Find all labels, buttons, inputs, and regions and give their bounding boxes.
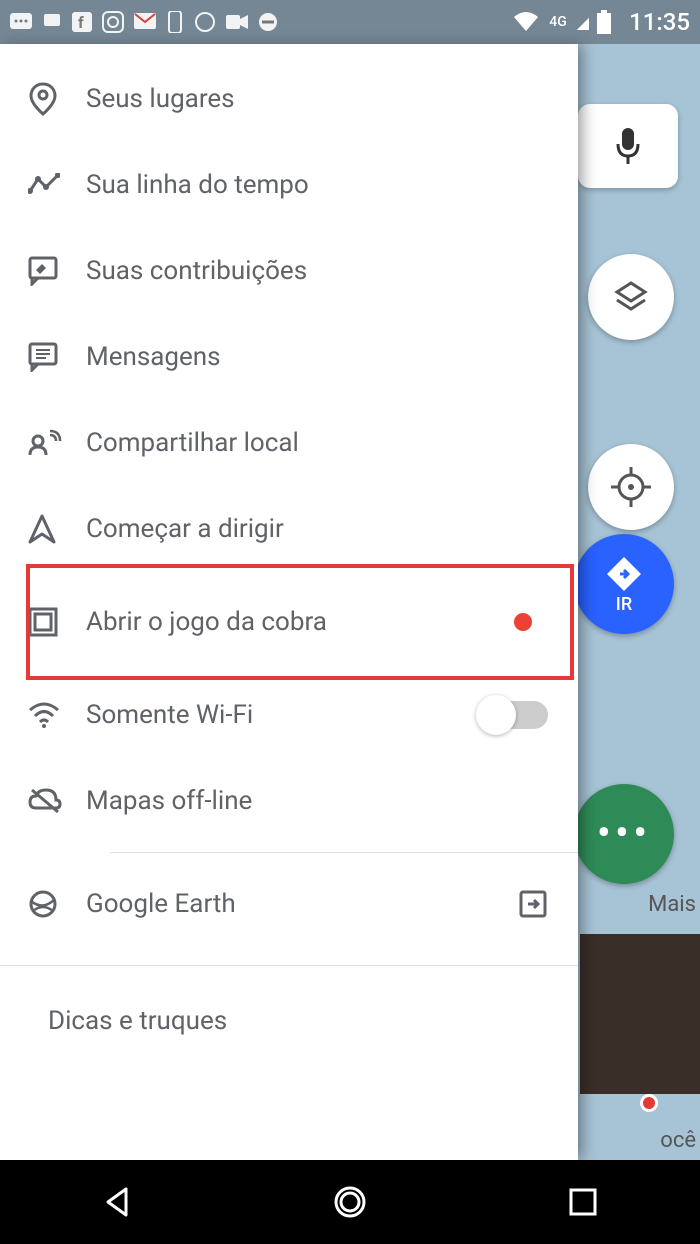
- navigation-drawer: Seus lugares Sua linha do tempo Suas con…: [0, 44, 578, 1160]
- globe-icon: [28, 889, 86, 919]
- nav-label: Suas contribuições: [86, 256, 307, 286]
- wifi-icon: [513, 11, 539, 33]
- instagram-icon: [102, 11, 124, 33]
- home-button[interactable]: [327, 1179, 373, 1225]
- go-label: IR: [616, 594, 632, 615]
- battery-icon: [597, 10, 613, 34]
- layers-button[interactable]: [588, 254, 674, 340]
- recents-icon: [568, 1187, 598, 1217]
- chip-voce: ocê: [660, 1128, 696, 1153]
- external-link-icon: [518, 889, 548, 919]
- nav-item-your-places[interactable]: Seus lugares: [0, 56, 578, 142]
- nav-label: Compartilhar local: [86, 428, 299, 458]
- gmail-icon: [134, 13, 156, 31]
- pin-icon: [28, 82, 86, 116]
- android-navbar: [0, 1160, 700, 1244]
- wifi-icon: [28, 702, 86, 728]
- nav-label: Somente Wi-Fi: [86, 700, 253, 730]
- nav-item-snake-game[interactable]: Abrir o jogo da cobra: [0, 572, 578, 672]
- clock: 11:35: [629, 8, 690, 36]
- nav-label: Sua linha do tempo: [86, 170, 309, 200]
- nav-label: Começar a dirigir: [86, 514, 284, 544]
- nav-item-offline-maps[interactable]: Mapas off-line: [0, 758, 578, 844]
- dnd-icon: [258, 12, 278, 32]
- back-icon: [100, 1185, 134, 1219]
- screen: f 4G ◢ 11:35 IR: [0, 0, 700, 1244]
- svg-text:f: f: [78, 13, 84, 32]
- nav-item-share-location[interactable]: Compartilhar local: [0, 400, 578, 486]
- chat-icon: [42, 12, 62, 32]
- nav-label: Abrir o jogo da cobra: [86, 607, 327, 637]
- messages-icon: [28, 342, 86, 372]
- share-location-icon: [28, 429, 86, 457]
- layers-icon: [611, 277, 651, 317]
- nav-item-start-driving[interactable]: Começar a dirigir: [0, 486, 578, 572]
- nav-label: Google Earth: [86, 889, 236, 919]
- nav-item-google-earth[interactable]: Google Earth: [0, 861, 578, 947]
- microphone-icon: [614, 126, 642, 166]
- nav-item-wifi-only[interactable]: Somente Wi-Fi: [0, 672, 578, 758]
- locate-button[interactable]: [588, 444, 674, 530]
- navigation-arrow-icon: [28, 514, 86, 544]
- signal-icon: ◢: [577, 13, 587, 32]
- nav-item-contributions[interactable]: Suas contribuições: [0, 228, 578, 314]
- nav-label: Seus lugares: [86, 84, 235, 114]
- facebook-icon: f: [72, 12, 92, 32]
- network-label: 4G: [549, 14, 567, 30]
- directions-icon: [604, 554, 644, 594]
- sms-icon: [10, 13, 32, 31]
- home-icon: [330, 1182, 370, 1222]
- status-bar: f 4G ◢ 11:35: [0, 0, 700, 44]
- status-system: 4G ◢ 11:35: [513, 8, 690, 36]
- phone-icon: [166, 11, 184, 33]
- whatsapp-icon: [194, 11, 216, 33]
- nav-item-timeline[interactable]: Sua linha do tempo: [0, 142, 578, 228]
- divider: [110, 852, 578, 853]
- recents-button[interactable]: [560, 1179, 606, 1225]
- edit-review-icon: [28, 256, 86, 286]
- snake-game-icon: [28, 607, 86, 637]
- video-icon: [226, 13, 248, 31]
- divider: [0, 965, 578, 966]
- wifi-only-toggle[interactable]: [478, 701, 548, 729]
- voice-search-button[interactable]: [578, 104, 678, 188]
- section-tips-title[interactable]: Dicas e truques: [0, 984, 578, 1036]
- cloud-off-icon: [28, 788, 86, 814]
- nav-label: Mapas off-line: [86, 786, 252, 816]
- timeline-icon: [28, 173, 86, 197]
- more-button[interactable]: •••: [574, 784, 674, 884]
- nav-label: Mensagens: [86, 342, 221, 372]
- more-label: Mais: [648, 892, 696, 917]
- back-button[interactable]: [94, 1179, 140, 1225]
- nav-item-messages[interactable]: Mensagens: [0, 314, 578, 400]
- status-notifications: f: [10, 11, 278, 33]
- notification-dot-icon: [514, 613, 532, 631]
- crosshair-icon: [609, 465, 653, 509]
- directions-button[interactable]: IR: [574, 534, 674, 634]
